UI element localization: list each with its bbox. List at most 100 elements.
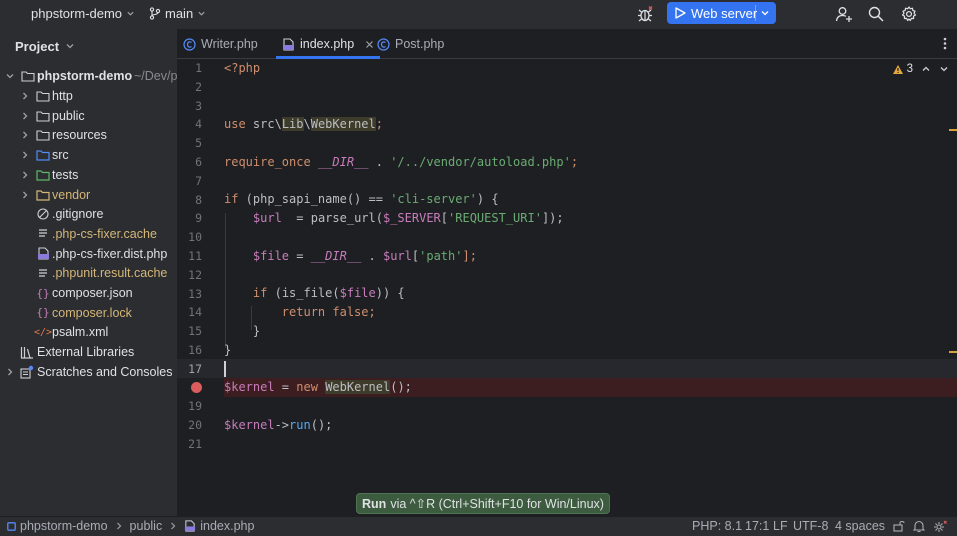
tree-item[interactable]: .php-cs-fixer.dist.php bbox=[0, 244, 177, 264]
project-switcher[interactable]: phpstorm-demo bbox=[31, 6, 135, 21]
code-token: if bbox=[252, 286, 268, 300]
code-token: . bbox=[361, 249, 383, 263]
project-panel-header[interactable]: Project bbox=[0, 29, 177, 63]
chevron-right-icon[interactable] bbox=[20, 91, 30, 101]
tree-item[interactable]: {} composer.json bbox=[0, 283, 177, 303]
breadcrumb-folder[interactable]: public bbox=[130, 519, 163, 533]
run-configuration-button[interactable]: Web server bbox=[667, 2, 776, 24]
code-token: = bbox=[289, 249, 311, 263]
debugger-status-button[interactable] bbox=[933, 520, 947, 533]
chevron-down-icon[interactable] bbox=[5, 71, 15, 81]
warning-indicator[interactable]: 3 bbox=[892, 63, 913, 75]
code-token: WebKernel bbox=[325, 380, 391, 394]
xml-icon: </> bbox=[33, 326, 53, 338]
scratches-icon bbox=[20, 365, 34, 379]
code-token: 'cli-server' bbox=[390, 192, 477, 206]
tree-item[interactable]: .phpunit.result.cache bbox=[0, 263, 177, 283]
code-token: __DIR__ bbox=[310, 249, 362, 263]
play-icon bbox=[675, 7, 686, 19]
code-editor[interactable]: 123456789101112131415161718192021 3 <?ph… bbox=[177, 59, 957, 496]
tree-item-label: .gitignore bbox=[52, 207, 104, 222]
line-separator-widget[interactable]: LF bbox=[773, 519, 788, 533]
tree-item-label: .php-cs-fixer.dist.php bbox=[52, 246, 168, 261]
tree-item-external-libraries[interactable]: External Libraries bbox=[0, 342, 177, 362]
read-only-toggle[interactable] bbox=[893, 520, 905, 532]
indent-widget[interactable]: 4 spaces bbox=[835, 519, 885, 533]
close-icon[interactable] bbox=[365, 40, 374, 49]
code-token: $_SERVER bbox=[382, 211, 441, 225]
code-line-16: } bbox=[224, 341, 231, 360]
caret-position[interactable]: 17:1 bbox=[745, 519, 769, 533]
tab-post-php[interactable]: Post.php bbox=[377, 29, 444, 59]
tree-item[interactable]: .php-cs-fixer.cache bbox=[0, 224, 177, 244]
tree-item[interactable]: public bbox=[0, 106, 177, 126]
branch-switcher[interactable]: main bbox=[149, 6, 206, 21]
code-token: (); bbox=[310, 418, 333, 432]
warning-stripe-mark[interactable] bbox=[949, 129, 957, 131]
breadcrumb-project[interactable]: phpstorm-demo bbox=[20, 519, 108, 533]
tab-index-php[interactable]: index.php bbox=[276, 29, 381, 59]
text-caret bbox=[224, 361, 226, 377]
tab-writer-php[interactable]: Writer.php bbox=[183, 29, 258, 59]
breakpoint-icon[interactable] bbox=[191, 382, 202, 393]
chevron-right-icon[interactable] bbox=[20, 111, 30, 121]
breadcrumb-file[interactable]: index.php bbox=[200, 519, 254, 533]
code-token: ]); bbox=[541, 211, 564, 225]
code-token: if bbox=[224, 192, 239, 206]
add-user-button[interactable] bbox=[834, 4, 854, 24]
code-token: () == bbox=[346, 192, 391, 206]
tree-item-scratches[interactable]: Scratches and Consoles bbox=[0, 362, 177, 382]
notifications-button[interactable] bbox=[913, 520, 925, 533]
search-button[interactable] bbox=[866, 4, 886, 24]
tree-item-label: composer.lock bbox=[52, 305, 132, 320]
chevron-right-icon[interactable] bbox=[20, 130, 30, 140]
code-token: $file bbox=[252, 249, 290, 263]
chevron-right-icon[interactable] bbox=[20, 170, 30, 180]
tree-item[interactable]: {} composer.lock bbox=[0, 303, 177, 323]
tree-item[interactable]: tests bbox=[0, 165, 177, 185]
tree-item[interactable]: resources bbox=[0, 125, 177, 145]
project-panel-title: Project bbox=[15, 38, 60, 54]
line-number: 4 bbox=[195, 117, 202, 132]
code-token: ]; bbox=[462, 249, 477, 263]
git-branch-icon bbox=[149, 7, 161, 20]
project-switcher-label: phpstorm-demo bbox=[31, 6, 123, 21]
chevron-down-icon[interactable] bbox=[760, 8, 770, 18]
chevron-right-icon[interactable] bbox=[5, 367, 15, 377]
code-token: run bbox=[289, 418, 311, 432]
code-line-6: require_once __DIR__ . '/../vendor/autol… bbox=[224, 153, 578, 172]
chevron-right-icon[interactable] bbox=[20, 150, 30, 160]
tree-root[interactable]: phpstorm-demo ~/Dev/p bbox=[0, 66, 177, 86]
more-tabs-button[interactable] bbox=[943, 37, 947, 53]
code-token: $url bbox=[252, 211, 282, 225]
code-line-20: $kernel->run(); bbox=[224, 416, 332, 435]
php-version-widget[interactable]: PHP: 8.1 bbox=[692, 519, 742, 533]
tree-item[interactable]: </> psalm.xml bbox=[0, 322, 177, 342]
line-number: 17 bbox=[188, 361, 202, 376]
encoding-widget[interactable]: UTF-8 bbox=[793, 519, 828, 533]
line-number: 3 bbox=[195, 98, 202, 113]
chevron-right-icon[interactable] bbox=[20, 190, 30, 200]
tree-item-label: public bbox=[52, 108, 85, 123]
debug-button[interactable] bbox=[635, 4, 655, 24]
code-token: $kernel bbox=[224, 380, 275, 394]
source-folder-icon bbox=[36, 148, 50, 162]
chevron-up-icon[interactable] bbox=[921, 64, 931, 74]
tree-item[interactable]: vendor bbox=[0, 185, 177, 205]
code-line-13: if (is_file($file)) { bbox=[224, 284, 405, 303]
tree-item[interactable]: .gitignore bbox=[0, 204, 177, 224]
line-number: 5 bbox=[195, 136, 202, 151]
code-token: parse_url bbox=[310, 211, 376, 225]
chevron-down-icon[interactable] bbox=[939, 64, 949, 74]
code-token: -> bbox=[274, 418, 290, 432]
tree-item[interactable]: src bbox=[0, 145, 177, 165]
line-number: 21 bbox=[188, 437, 202, 451]
code-line-1: <?php bbox=[224, 59, 260, 78]
settings-button[interactable] bbox=[899, 4, 919, 24]
tree-item-label: vendor bbox=[52, 187, 91, 202]
code-token: $file bbox=[339, 286, 376, 300]
tree-item[interactable]: http bbox=[0, 86, 177, 106]
warning-stripe-mark[interactable] bbox=[949, 351, 957, 353]
json-icon: {} bbox=[36, 306, 50, 320]
inspection-widget[interactable]: 3 bbox=[892, 63, 949, 75]
